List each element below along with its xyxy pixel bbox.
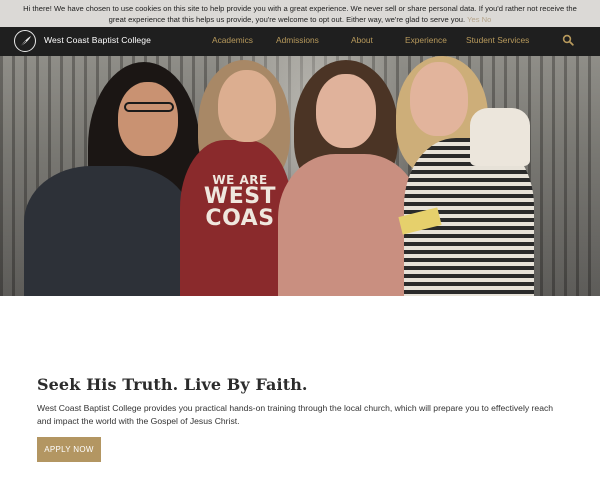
hero-photo: WE ARE WEST COAS	[0, 56, 600, 296]
apply-now-button[interactable]: APPLY NOW	[37, 437, 101, 462]
shirt-lettering: WE ARE WEST COAS	[198, 174, 282, 230]
nav-student-services[interactable]: Student Services	[466, 35, 529, 45]
nav-academics[interactable]: Academics	[212, 35, 253, 45]
nav-experience[interactable]: Experience	[405, 35, 447, 45]
search-icon[interactable]	[562, 34, 574, 46]
intro-paragraph: West Coast Baptist College provides you …	[37, 403, 554, 426]
page-headline: Seek His Truth. Live By Faith.	[37, 375, 308, 394]
shirt-text-line-2: COAS	[205, 206, 275, 231]
shirt-text-line-1: WEST	[203, 184, 277, 209]
site-header: West Coast Baptist College Academics Adm…	[0, 27, 600, 56]
nav-admissions[interactable]: Admissions	[276, 35, 319, 45]
brand-name[interactable]: West Coast Baptist College	[44, 35, 151, 45]
cookie-banner: Hi there! We have chosen to use cookies …	[0, 0, 600, 27]
nav-about[interactable]: About	[351, 35, 373, 45]
feather-icon	[19, 36, 31, 48]
college-logo[interactable]	[14, 30, 36, 52]
cookie-message: Hi there! We have chosen to use cookies …	[23, 4, 577, 24]
cookie-opt-out-link[interactable]: Yes No	[467, 15, 491, 24]
